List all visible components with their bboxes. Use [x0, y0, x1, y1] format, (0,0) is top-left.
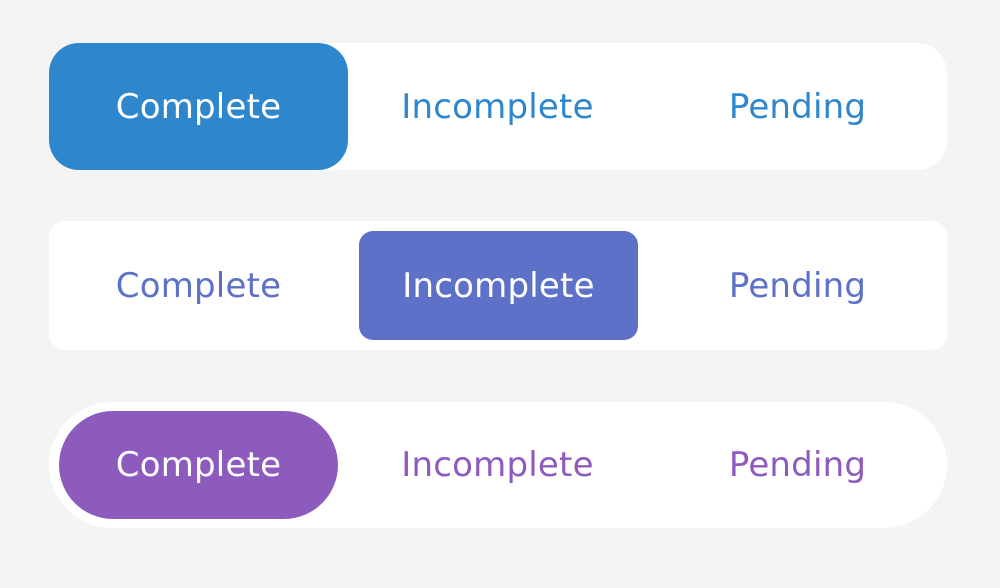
segment-pending[interactable]: Pending: [648, 221, 947, 350]
segmented-control-purple: Complete Incomplete Pending: [49, 402, 947, 528]
segment-incomplete[interactable]: Incomplete: [348, 43, 647, 170]
segment-complete[interactable]: Complete: [59, 411, 338, 519]
segmented-control-indigo: Complete Incomplete Pending: [49, 221, 947, 350]
segment-incomplete[interactable]: Incomplete: [359, 231, 638, 340]
segment-pending[interactable]: Pending: [648, 43, 947, 170]
segment-complete[interactable]: Complete: [49, 221, 348, 350]
segmented-control-blue: Complete Incomplete Pending: [49, 43, 947, 170]
segment-complete[interactable]: Complete: [49, 43, 348, 170]
segment-pending[interactable]: Pending: [648, 402, 947, 528]
segment-incomplete[interactable]: Incomplete: [348, 402, 647, 528]
